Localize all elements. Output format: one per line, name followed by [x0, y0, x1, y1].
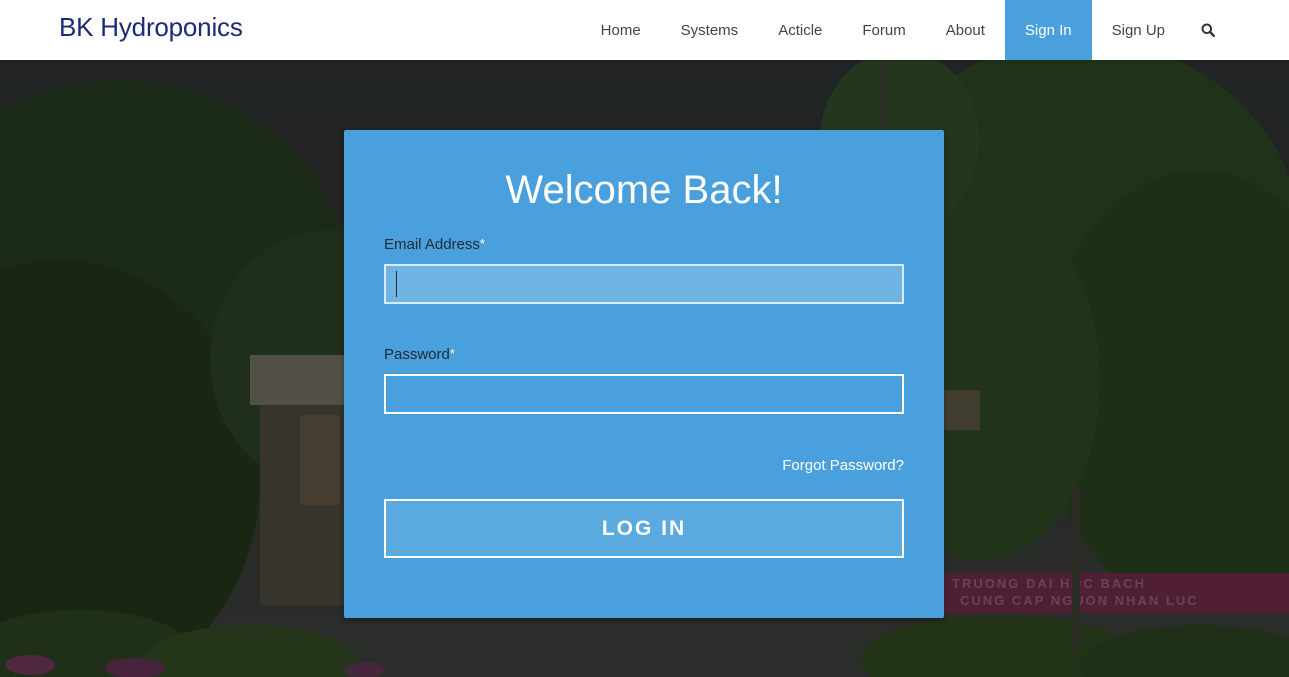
login-button[interactable]: LOG IN — [384, 499, 904, 558]
nav-forum[interactable]: Forum — [842, 0, 925, 60]
nav-about[interactable]: About — [926, 0, 1005, 60]
search-icon — [1201, 23, 1215, 37]
search-button[interactable] — [1185, 0, 1230, 60]
nav-sign-in[interactable]: Sign In — [1004, 0, 1092, 60]
email-field[interactable] — [384, 264, 904, 304]
required-marker: * — [479, 236, 485, 251]
login-title: Welcome Back! — [505, 168, 783, 212]
nav-sign-up[interactable]: Sign Up — [1092, 0, 1185, 60]
required-marker: * — [449, 346, 455, 361]
email-label: Email Address* — [384, 236, 485, 253]
top-navbar: BK Hydroponics Home Systems Acticle Foru… — [0, 0, 1289, 60]
text-caret — [396, 271, 397, 297]
nav-article[interactable]: Acticle — [758, 0, 842, 60]
main-nav: Home Systems Acticle Forum About Sign In… — [581, 0, 1230, 60]
brand-logo[interactable]: BK Hydroponics — [59, 12, 243, 43]
nav-systems[interactable]: Systems — [661, 0, 759, 60]
login-card: Welcome Back! Email Address* Password* F… — [344, 130, 944, 618]
nav-home[interactable]: Home — [581, 0, 661, 60]
password-field[interactable] — [384, 374, 904, 414]
email-label-text: Email Address — [384, 236, 480, 253]
password-label-text: Password — [384, 346, 450, 363]
forgot-password-link[interactable]: Forgot Password? — [782, 457, 904, 474]
password-label: Password* — [384, 346, 455, 363]
